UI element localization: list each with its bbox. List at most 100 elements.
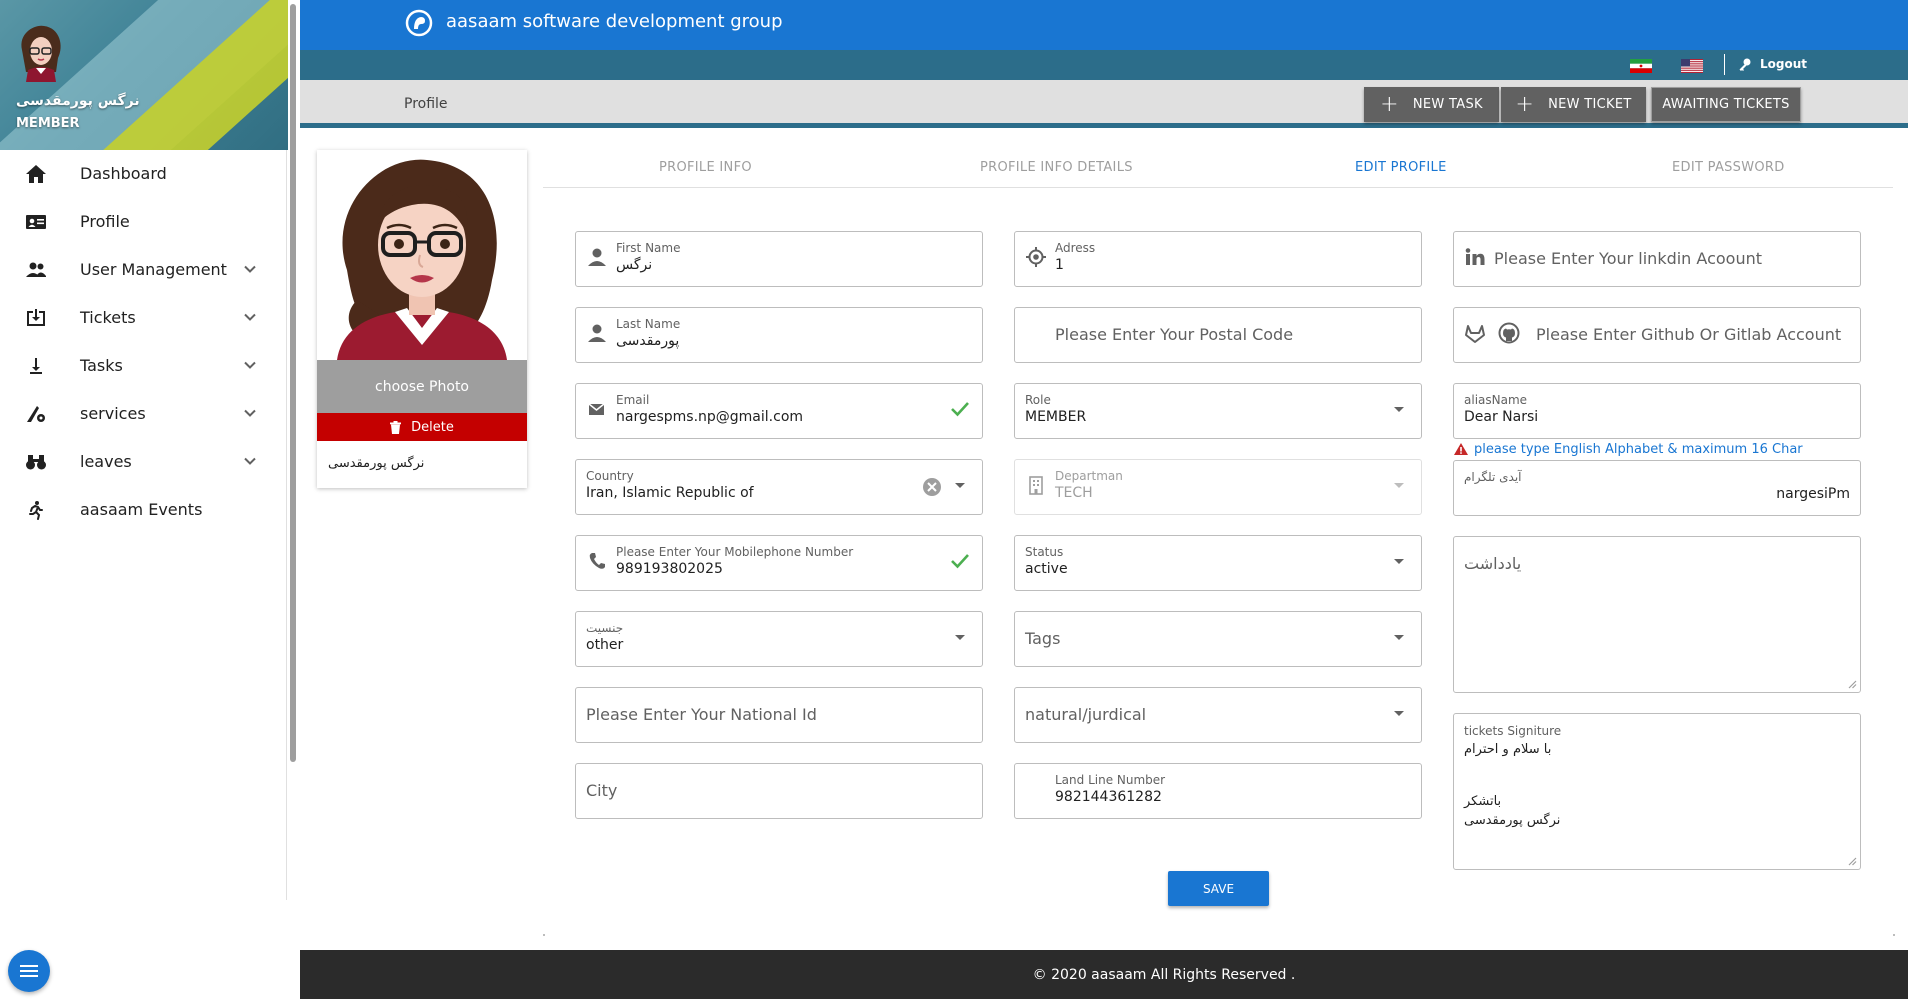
resize-handle-icon[interactable] — [1847, 856, 1857, 866]
postal-code-field[interactable]: Please Enter Your Postal Code — [1014, 307, 1422, 363]
sidebar-item-label: aasaam Events — [80, 500, 203, 519]
sidebar-item-leaves[interactable]: leaves — [0, 438, 284, 486]
person-icon — [588, 324, 606, 342]
us-flag-icon[interactable] — [1681, 59, 1703, 73]
linkedin-placeholder: Please Enter Your linkdin Acoount — [1494, 249, 1762, 268]
warning-icon — [1454, 443, 1468, 455]
national-id-field[interactable]: Please Enter Your National Id — [575, 687, 983, 743]
check-icon — [951, 402, 969, 417]
sidebar: نرگس پورمقدسی MEMBER Dashboard Profile U… — [0, 0, 296, 999]
country-select[interactable]: Country Iran, Islamic Republic of — [575, 459, 983, 515]
resize-handle-icon[interactable] — [1847, 679, 1857, 689]
first-name-field[interactable]: First Name نرگس — [575, 231, 983, 287]
sidebar-item-label: Profile — [80, 212, 130, 231]
sidebar-item-dashboard[interactable]: Dashboard — [0, 150, 284, 198]
clear-icon[interactable] — [922, 477, 942, 497]
delete-photo-button[interactable]: Delete — [317, 413, 527, 441]
tab-edit-password[interactable]: EDIT PASSWORD — [1672, 160, 1785, 175]
tab-profile-info-details[interactable]: PROFILE INFO DETAILS — [980, 160, 1133, 175]
user-avatar[interactable] — [16, 24, 66, 82]
brand-title: aasaam software development group — [446, 11, 783, 32]
last-name-label: Last Name — [616, 317, 681, 331]
address-field[interactable]: Adress 1 — [1014, 231, 1422, 287]
sidebar-item-label: Tickets — [80, 308, 136, 327]
mobile-label: Please Enter Your Mobilephone Number — [616, 545, 854, 559]
chevron-down-icon — [244, 457, 256, 465]
alias-field[interactable]: aliasName Dear Narsi — [1453, 383, 1861, 439]
awaiting-tickets-button[interactable]: AWAITING TICKETS — [1651, 87, 1801, 122]
sidebar-scrollbar[interactable] — [288, 0, 300, 900]
telegram-value: nargesiPm — [1776, 486, 1850, 502]
status-value: active — [1025, 561, 1068, 577]
address-value: 1 — [1055, 257, 1064, 273]
profile-card: choose Photo Delete نرگس پورمقدسی — [317, 150, 527, 488]
alias-hint-text: please type English Alphabet & maximum 1… — [1474, 442, 1803, 457]
note-textarea[interactable]: یادداشت — [1453, 536, 1861, 693]
sidebar-item-tickets[interactable]: Tickets — [0, 294, 284, 342]
status-label: Status — [1025, 545, 1064, 559]
landline-field[interactable]: Land Line Number 982144361282 — [1014, 763, 1422, 819]
tags-placeholder: Tags — [1025, 629, 1061, 648]
awaiting-tickets-label: AWAITING TICKETS — [1662, 97, 1790, 112]
signature-line-3: نرگس پورمقدسی — [1464, 813, 1561, 828]
services-gear-icon — [27, 406, 45, 422]
tags-select[interactable]: Tags — [1014, 611, 1422, 667]
dropdown-arrow-icon — [955, 635, 965, 640]
new-ticket-button[interactable]: + NEW TICKET — [1501, 87, 1646, 122]
entity-type-select[interactable]: natural/jurdical — [1014, 687, 1422, 743]
gender-select[interactable]: جنسیت other — [575, 611, 983, 667]
first-name-value: نرگس — [616, 257, 653, 273]
alias-value: Dear Narsi — [1464, 409, 1539, 425]
card-corner-dot — [1893, 934, 1895, 936]
hamburger-icon — [20, 965, 38, 977]
mail-icon — [588, 403, 605, 415]
card-corner-dot — [543, 934, 545, 936]
alias-hint: please type English Alphabet & maximum 1… — [1454, 442, 1803, 457]
key-icon — [1739, 58, 1751, 71]
sidebar-item-tasks[interactable]: Tasks — [0, 342, 284, 390]
iran-flag-icon[interactable] — [1630, 59, 1652, 73]
telegram-field[interactable]: آیدی تلگرام nargesiPm — [1453, 460, 1861, 516]
status-select[interactable]: Status active — [1014, 535, 1422, 591]
location-target-icon — [1026, 247, 1046, 267]
running-person-icon — [29, 501, 43, 520]
email-field[interactable]: Email nargespms.np@gmail.com — [575, 383, 983, 439]
trash-icon — [390, 420, 402, 434]
sidebar-user-name: نرگس پورمقدسی — [16, 93, 140, 109]
role-select[interactable]: Role MEMBER — [1014, 383, 1422, 439]
sidebar-item-services[interactable]: services — [0, 390, 284, 438]
role-value: MEMBER — [1025, 409, 1087, 425]
last-name-field[interactable]: Last Name پورمقدسی — [575, 307, 983, 363]
aasaam-logo-icon[interactable] — [405, 9, 433, 37]
github-field[interactable]: Please Enter Github Or Gitlab Account — [1453, 307, 1861, 363]
department-label: Departman — [1055, 469, 1123, 483]
save-button[interactable]: SAVE — [1168, 871, 1269, 906]
linkedin-field[interactable]: Please Enter Your linkdin Acoount — [1453, 231, 1861, 287]
city-field[interactable]: City — [575, 763, 983, 819]
signature-textarea[interactable]: tickets Signiture با سلام و احترام باتشک… — [1453, 713, 1861, 870]
sidebar-menu: Dashboard Profile User Management Ticket… — [0, 150, 284, 534]
sidebar-item-profile[interactable]: Profile — [0, 198, 284, 246]
profile-tabs: PROFILE INFO PROFILE INFO DETAILS EDIT P… — [543, 152, 1893, 188]
email-label: Email — [616, 393, 650, 407]
download-arrow-icon — [30, 358, 42, 374]
sidebar-item-aasaam-events[interactable]: aasaam Events — [0, 486, 284, 534]
tab-edit-profile[interactable]: EDIT PROFILE — [1355, 160, 1447, 175]
signature-line-2: باتشکر — [1464, 794, 1502, 809]
mobile-field[interactable]: Please Enter Your Mobilephone Number 989… — [575, 535, 983, 591]
sidebar-item-user-management[interactable]: User Management — [0, 246, 284, 294]
menu-toggle-button[interactable] — [8, 950, 50, 992]
logout-link[interactable]: Logout — [1760, 57, 1807, 71]
users-icon — [26, 262, 46, 277]
new-task-button[interactable]: + NEW TASK — [1364, 87, 1499, 122]
entity-type-placeholder: natural/jurdical — [1025, 705, 1147, 724]
mobile-value: 989193802025 — [616, 561, 723, 577]
sidebar-item-label: services — [80, 404, 146, 423]
first-name-label: First Name — [616, 241, 681, 255]
telegram-label: آیدی تلگرام — [1464, 470, 1522, 484]
choose-photo-button[interactable]: choose Photo — [317, 360, 527, 413]
toolbar-divider — [1724, 54, 1725, 75]
sidebar-user-header: نرگس پورمقدسی MEMBER — [0, 0, 288, 150]
tab-profile-info[interactable]: PROFILE INFO — [659, 160, 752, 175]
landline-label: Land Line Number — [1055, 773, 1166, 787]
